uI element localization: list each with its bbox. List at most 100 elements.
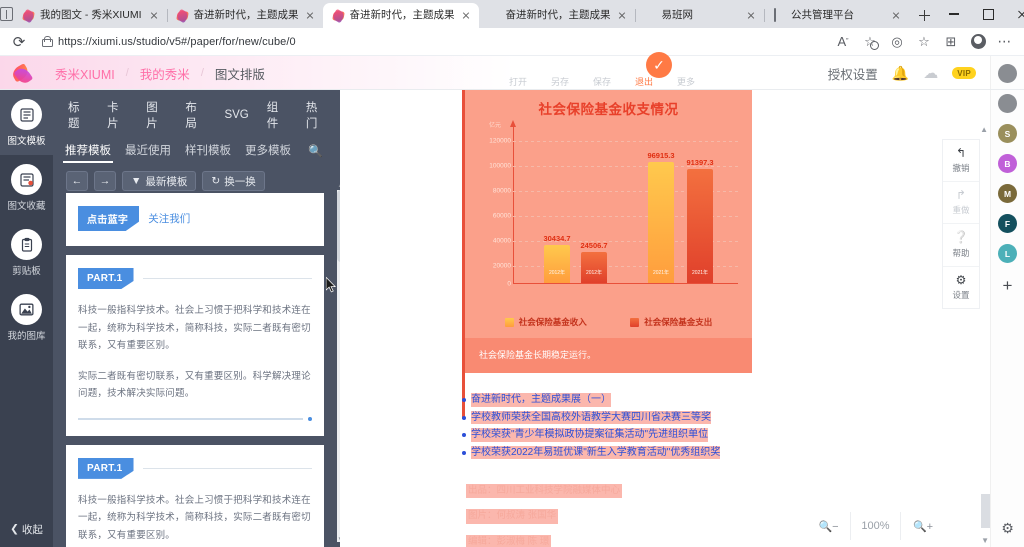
browser-tab-5[interactable]: 公共管理平台 (764, 3, 909, 28)
canvas-scroll-up-icon[interactable]: ▲ (980, 125, 988, 134)
close-icon[interactable] (615, 9, 629, 23)
close-icon[interactable] (459, 9, 473, 23)
search-icon[interactable]: 🔍 (303, 141, 328, 161)
browser-tab-2-active[interactable]: 奋进新时代，主题成果 (322, 3, 479, 28)
tab-component-category[interactable]: 组件 (258, 96, 297, 134)
rail-avatar-f[interactable]: F (998, 214, 1017, 233)
bar-2012-income[interactable]: 30434.7 2012年 (543, 234, 571, 283)
redo-button[interactable]: ↱ 重做 (943, 182, 979, 225)
profile-icon[interactable] (965, 29, 991, 55)
browser-tab-4[interactable]: 易班网 (634, 3, 765, 28)
rail-avatar-b[interactable]: B (998, 154, 1017, 173)
tab-recommended[interactable]: 推荐模板 (59, 139, 117, 163)
credit-line: 出品：四川工业科技学院融媒体中心 (466, 484, 623, 499)
browser-essentials-icon[interactable]: ◎ (884, 29, 910, 55)
canvas-scrollbar-thumb[interactable] (981, 494, 990, 528)
filter-icon: ▼ (131, 175, 142, 187)
more-icon[interactable]: ⋯ (992, 29, 1018, 55)
tab-image-category[interactable]: 图片 (137, 96, 176, 134)
tab-more[interactable]: 更多模板 (239, 139, 297, 163)
breadcrumb-my-xiumi[interactable]: 我的秀米 (131, 64, 199, 83)
tab-actions-menu[interactable] (0, 0, 13, 28)
doc-save-button[interactable]: 保存 (589, 75, 615, 88)
chart-block[interactable]: 社会保险基金收支情况 亿元 0 20000 40000 60000 80000 (462, 90, 752, 373)
read-aloud-icon[interactable]: A” (830, 29, 856, 55)
collections-icon[interactable]: ⊞ (938, 29, 964, 55)
list-item[interactable]: 学校教师荣获全国高校外语教学大赛四川省决赛三等奖 (462, 410, 762, 424)
bullet-list[interactable]: 奋进新时代，主题成果展（一） 学校教师荣获全国高校外语教学大赛四川省决赛三等奖 … (462, 393, 762, 463)
rail-avatar-s[interactable]: S (998, 124, 1017, 143)
browser-tab-3[interactable]: 奋进新时代，主题成果 (479, 3, 635, 28)
add-favorite-icon[interactable]: ☆ (857, 29, 883, 55)
rail-avatar-1[interactable] (998, 94, 1017, 113)
bar-2021-income[interactable]: 96915.3 2021年 (647, 151, 675, 283)
close-icon[interactable] (147, 9, 161, 23)
auth-settings-link[interactable]: 授权设置 (828, 64, 878, 83)
template-list[interactable]: 点击蓝字 关注我们 PART.1 科技一般指科学技术。社会上习惯于把科学和技术连… (66, 193, 324, 547)
sidebar-item-image-library[interactable]: 我的图库 (0, 285, 53, 350)
document-action-column: ↰ 撤销 ↱ 重做 ❔ 帮助 ⚙ 设置 (943, 140, 979, 308)
help-button[interactable]: ❔ 帮助 (943, 224, 979, 267)
tab-svg-category[interactable]: SVG (215, 106, 257, 124)
legend-item-expense: 社会保险基金支出 (630, 316, 712, 328)
doc-more-button[interactable]: 更多 (673, 75, 699, 88)
tab-layout-category[interactable]: 布局 (176, 96, 215, 134)
list-item[interactable]: 学校荣获2022年易班优课"新生入学教育活动"优秀组织奖 (462, 445, 762, 459)
tab-title-category[interactable]: 标题 (59, 96, 98, 134)
doc-saveas-button[interactable]: 另存 (547, 75, 573, 88)
address-input[interactable]: https://xiumi.us/studio/v5#/paper/for/ne… (34, 31, 828, 53)
tab-card-category[interactable]: 卡片 (98, 96, 137, 134)
close-icon[interactable] (889, 9, 903, 23)
browser-tab-1[interactable]: 奋进新时代，主题成果 (166, 3, 323, 28)
sidebar-item-clipboard[interactable]: 剪贴板 (0, 220, 53, 285)
doc-open-button[interactable]: 打开 (505, 75, 531, 88)
rail-avatar-l[interactable]: L (998, 244, 1017, 263)
rail-avatar-0[interactable] (998, 64, 1017, 83)
tab-recent[interactable]: 最近使用 (119, 139, 177, 163)
zoom-out-button[interactable]: 🔍− (807, 512, 851, 540)
list-item[interactable]: 奋进新时代，主题成果展（一） (462, 393, 762, 407)
sidebar-label: 图文收藏 (7, 201, 46, 212)
reload-icon[interactable]: ⟳ (6, 29, 32, 55)
rail-avatar-m[interactable]: M (998, 184, 1017, 203)
sidebar-item-templates[interactable]: 图文模板 (0, 90, 53, 155)
arrow-left-icon[interactable]: ← (66, 171, 88, 191)
document-page[interactable]: 社会保险基金收支情况 亿元 0 20000 40000 60000 80000 (462, 90, 752, 547)
tab-hot-category[interactable]: 热门 (297, 96, 336, 134)
settings-label: 设置 (952, 289, 970, 300)
collapse-panel-button[interactable]: ❮ 收起 (0, 511, 53, 547)
breadcrumb-xiumi[interactable]: 秀米XIUMI (46, 64, 124, 83)
shuffle-templates-button[interactable]: ↻ 换一换 (202, 171, 265, 191)
bell-icon[interactable]: 🔔 (892, 65, 909, 82)
maximize-button[interactable] (971, 0, 1005, 28)
vip-badge[interactable]: VIP (952, 67, 976, 79)
cloud-icon[interactable]: ☁ (923, 64, 938, 82)
minimize-button[interactable] (937, 0, 971, 28)
undo-button[interactable]: ↰ 撤销 (943, 140, 979, 183)
sidebar-item-favorites[interactable]: 图文收藏 (0, 155, 53, 220)
bar-2012-expense[interactable]: 24506.7 2012年 (580, 241, 608, 283)
browser-tab-0[interactable]: 我的图文 - 秀米XIUMI (13, 3, 167, 28)
zoom-in-button[interactable]: 🔍+ (901, 512, 945, 540)
template-card-part1[interactable]: PART.1 科技一般指科学技术。社会上习惯于把科学和技术连在一起，统称为科学技… (66, 255, 324, 436)
credits-block[interactable]: 出品：四川工业科技学院融媒体中心 图片：何叔涛 张国华 编辑：彭淑梅 陈 璟 审… (466, 480, 623, 547)
settings-button[interactable]: ⚙ 设置 (943, 267, 979, 308)
rail-add-button[interactable]: + (1003, 277, 1013, 294)
favorites-icon[interactable]: ☆ (911, 29, 937, 55)
template-card-part1-b[interactable]: PART.1 科技一般指科学技术。社会上习惯于把科学和技术连在一起，统称为科学技… (66, 444, 324, 547)
new-tab-button[interactable] (911, 2, 937, 28)
gear-icon[interactable]: ⚙ (1001, 520, 1014, 537)
arrow-right-icon[interactable]: → (94, 171, 116, 191)
close-window-button[interactable] (1005, 0, 1024, 28)
close-icon[interactable] (744, 9, 758, 23)
undo-label: 撤销 (952, 163, 970, 174)
close-icon[interactable] (303, 9, 317, 23)
list-item[interactable]: 学校荣获"青少年模拟政协提案征集活动"先进组织单位 (462, 428, 762, 442)
legend-label: 社会保险基金收入 (518, 317, 587, 327)
document-canvas[interactable]: 社会保险基金收支情况 亿元 0 20000 40000 60000 80000 (340, 90, 990, 547)
latest-templates-button[interactable]: ▼ 最新模板 (122, 171, 197, 191)
template-card-header[interactable]: 点击蓝字 关注我们 (66, 193, 324, 246)
bar-2021-expense[interactable]: 91397.3 2021年 (686, 158, 714, 283)
tab-sample[interactable]: 样刊模板 (179, 139, 237, 163)
canvas-scroll-down-icon[interactable]: ▼ (981, 536, 989, 545)
